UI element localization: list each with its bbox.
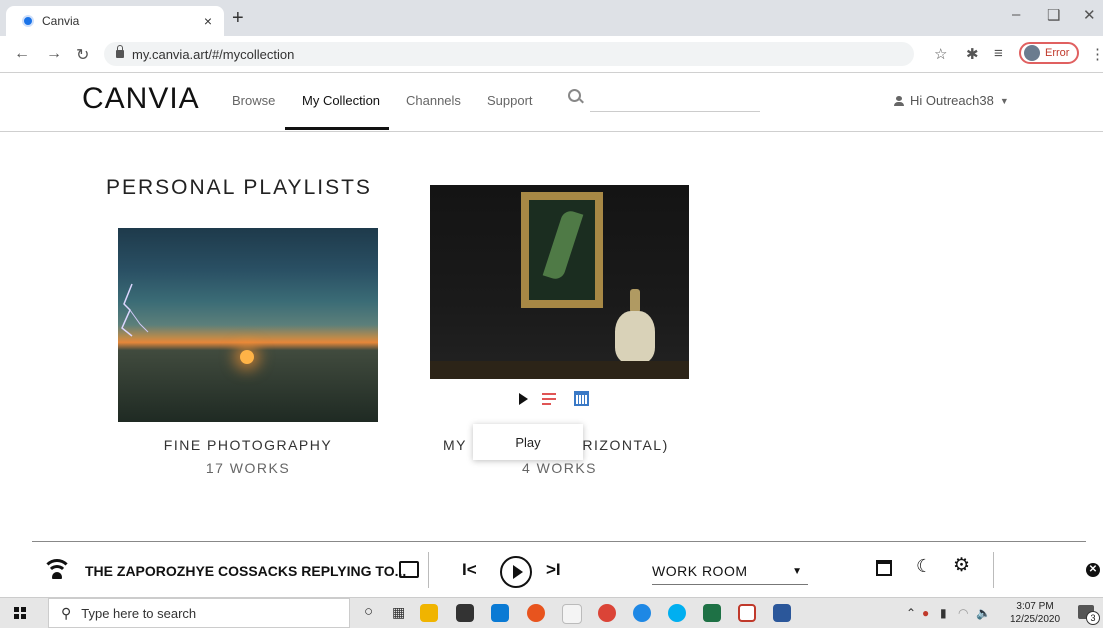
playlist-title-partial-end[interactable]: ORIZONTAL) — [570, 437, 669, 453]
restore-icon[interactable]: ❑ — [1047, 6, 1060, 24]
amazon-icon[interactable] — [562, 604, 582, 624]
browser-tabstrip: Canvia × + – ❑ ✕ — [0, 0, 1103, 36]
word-icon[interactable] — [773, 604, 791, 622]
previous-button[interactable]: I< — [462, 560, 477, 580]
back-icon[interactable]: ← — [14, 45, 30, 63]
chevron-down-icon: ▼ — [999, 95, 1009, 106]
photos-icon[interactable] — [738, 604, 756, 622]
site-header: CANVIA Browse My Collection Channels Sup… — [0, 73, 1103, 132]
firefox-icon[interactable] — [527, 604, 545, 622]
room-select[interactable]: WORK ROOM ▼ — [652, 558, 808, 585]
play-icon[interactable] — [519, 392, 528, 405]
favicon-icon — [22, 15, 34, 27]
lock-icon — [116, 45, 124, 58]
taskbar-clock[interactable]: 3:07 PM 12/25/2020 — [1010, 600, 1060, 626]
profile-button[interactable]: Error — [1019, 42, 1079, 64]
tab-title: Canvia — [42, 14, 80, 28]
extensions-icon[interactable]: ✱ — [966, 45, 979, 63]
close-icon[interactable]: ✕ — [1086, 563, 1100, 577]
lightning-graphic — [121, 283, 149, 337]
task-view-icon[interactable]: ▦ — [392, 604, 405, 621]
user-icon — [894, 95, 904, 106]
search-input[interactable] — [590, 87, 760, 112]
sunset-graphic — [240, 350, 254, 364]
queue-icon[interactable] — [542, 392, 560, 406]
avatar — [1024, 45, 1040, 61]
user-menu[interactable]: Hi Outreach38 ▼ — [894, 93, 1009, 108]
playlist-count: 4 WORKS — [521, 460, 598, 476]
store-icon[interactable] — [456, 604, 474, 622]
playlist-actions — [519, 391, 589, 406]
search-icon[interactable] — [568, 89, 581, 102]
browser-tab[interactable]: Canvia × — [6, 6, 224, 36]
playlist-thumbnail-horizontal[interactable] — [430, 185, 689, 379]
calendar-icon[interactable] — [876, 560, 892, 576]
divider — [32, 541, 1086, 542]
nav-browse[interactable]: Browse — [232, 93, 275, 108]
tray-app-icon[interactable]: ● — [922, 606, 929, 620]
chrome-icon[interactable] — [598, 604, 616, 622]
schedule-icon[interactable] — [574, 391, 589, 406]
now-playing-title: THE ZAPOROZHYE COSSACKS REPLYING TO... — [85, 563, 407, 579]
user-greeting: Hi Outreach38 — [910, 93, 994, 108]
network-icon[interactable]: ◠ — [958, 606, 968, 620]
nav-my-collection[interactable]: My Collection — [302, 93, 380, 108]
windows-start-icon[interactable] — [14, 607, 26, 619]
play-pause-button[interactable] — [500, 556, 532, 588]
playlist-title-partial[interactable]: MY — [443, 437, 467, 453]
chevron-up-icon[interactable]: ⌃ — [906, 606, 916, 620]
mail-icon[interactable] — [491, 604, 509, 622]
address-bar-row: ← → ↻ my.canvia.art/#/mycollection ☆ ✱ ≡… — [0, 36, 1103, 73]
edge-icon[interactable] — [633, 604, 651, 622]
star-icon[interactable]: ☆ — [934, 45, 947, 63]
chevron-down-icon: ▼ — [792, 566, 802, 577]
clock-time: 3:07 PM — [1016, 601, 1054, 612]
address-bar[interactable]: my.canvia.art/#/mycollection — [104, 42, 914, 66]
taskbar: ⚲ Type here to search ○ ▦ ⌃ ● ▮ ◠ 🔈 3:07… — [0, 597, 1103, 628]
volume-icon[interactable]: 🔈 — [976, 606, 991, 620]
taskbar-search[interactable]: ⚲ Type here to search — [48, 598, 350, 628]
cast-icon[interactable] — [399, 561, 419, 578]
minimize-icon[interactable]: – — [1012, 6, 1020, 23]
cortana-icon[interactable]: ○ — [364, 603, 373, 620]
skype-icon[interactable] — [668, 604, 686, 622]
clock-date: 12/25/2020 — [1010, 614, 1061, 625]
nav-support[interactable]: Support — [487, 93, 533, 108]
vase-graphic — [615, 311, 655, 363]
picture-frame-graphic — [521, 192, 603, 308]
site-logo[interactable]: CANVIA — [82, 82, 200, 116]
taskbar-search-placeholder: Type here to search — [81, 605, 197, 621]
tab-close-button[interactable]: × — [204, 13, 212, 29]
playlist-count: 17 WORKS — [205, 460, 291, 476]
media-queue-icon[interactable]: ≡ — [994, 45, 1003, 62]
playlist-thumbnail-fine-photography[interactable] — [118, 228, 378, 422]
notification-icon[interactable]: 3 — [1078, 605, 1100, 625]
moon-icon[interactable]: ☾ — [916, 556, 932, 577]
page-title: PERSONAL PLAYLISTS — [106, 176, 372, 199]
play-tooltip: Play — [473, 424, 583, 460]
more-icon[interactable]: ⋮ — [1090, 45, 1103, 63]
new-tab-button[interactable]: + — [232, 7, 244, 30]
gear-icon[interactable]: ⚙ — [953, 554, 970, 577]
file-explorer-icon[interactable] — [420, 604, 438, 622]
battery-icon[interactable]: ▮ — [940, 606, 947, 620]
next-button[interactable]: >I — [546, 560, 561, 580]
reload-icon[interactable]: ↻ — [76, 45, 89, 65]
excel-icon[interactable] — [703, 604, 721, 622]
room-select-value: WORK ROOM — [652, 563, 748, 579]
forward-icon[interactable]: → — [46, 45, 62, 63]
notification-count: 3 — [1086, 611, 1100, 625]
nav-channels[interactable]: Channels — [406, 93, 461, 108]
url-text[interactable]: my.canvia.art/#/mycollection — [132, 47, 294, 62]
active-nav-indicator — [285, 127, 389, 130]
player-bar: THE ZAPOROZHYE COSSACKS REPLYING TO... I… — [0, 546, 1103, 596]
close-window-icon[interactable]: ✕ — [1083, 6, 1096, 24]
playlist-title[interactable]: FINE PHOTOGRAPHY — [118, 437, 378, 453]
profile-status: Error — [1045, 47, 1070, 59]
search-icon: ⚲ — [61, 604, 72, 621]
wifi-icon — [42, 557, 72, 579]
